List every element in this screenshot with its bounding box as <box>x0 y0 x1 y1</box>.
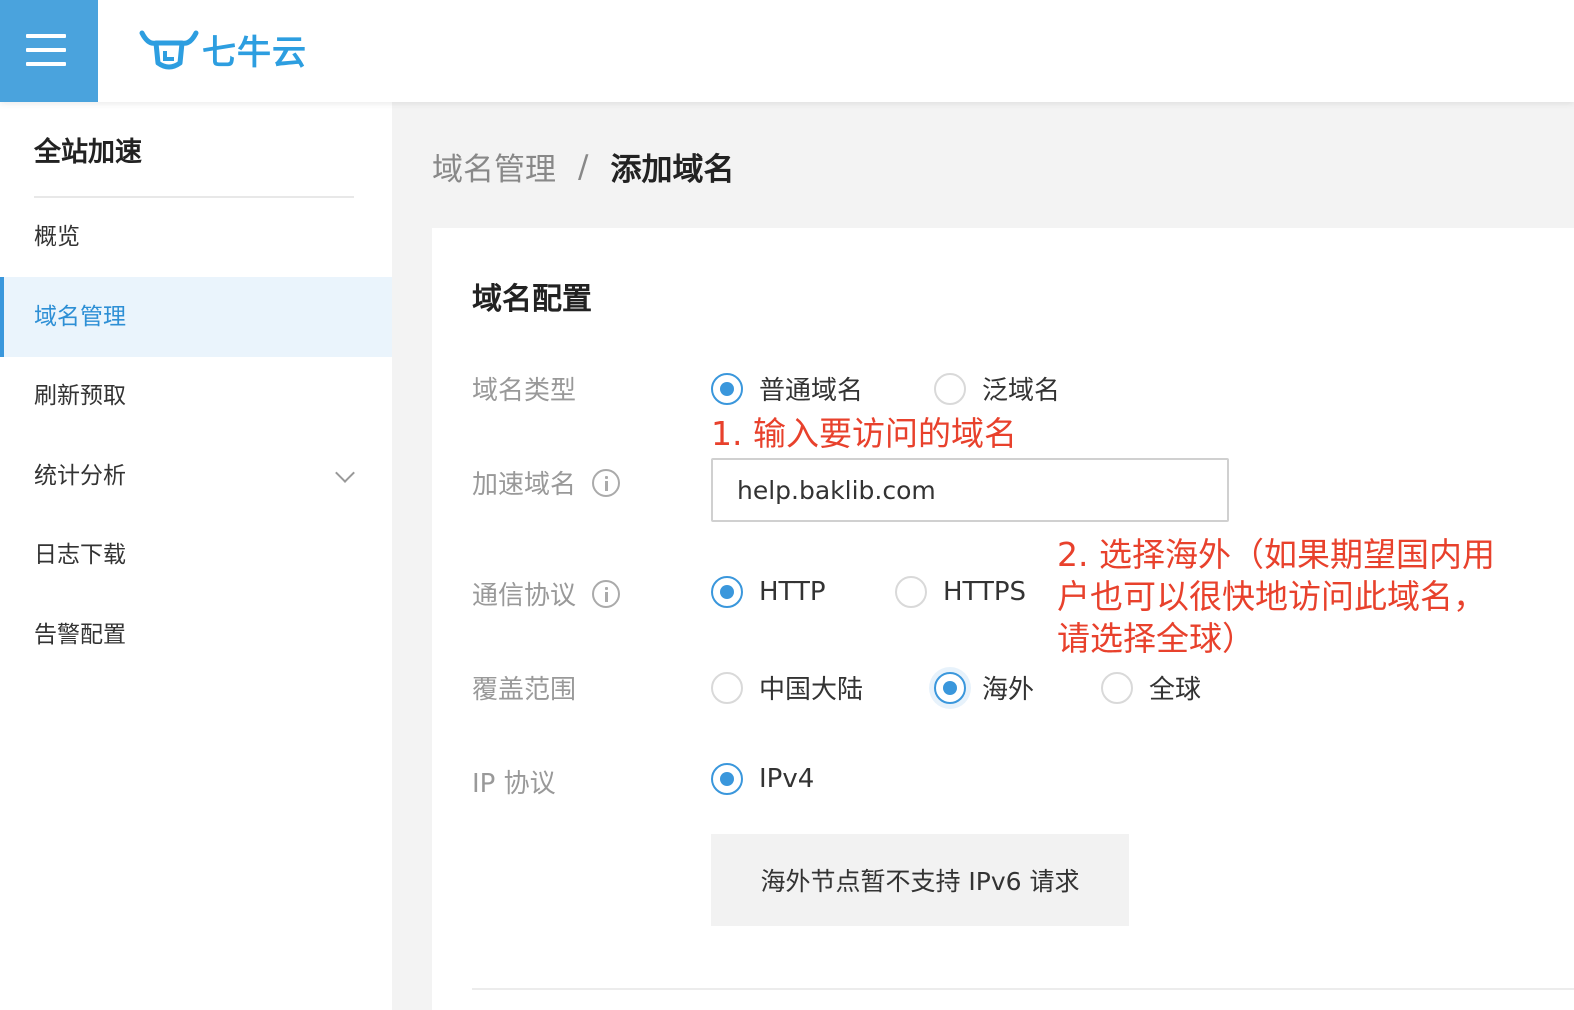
radio-wildcard-domain[interactable]: 泛域名 <box>934 370 1060 407</box>
info-icon[interactable] <box>592 468 621 497</box>
sidebar-item-refresh-prefetch[interactable]: 刷新预取 <box>0 356 392 436</box>
radio-label: 全球 <box>1149 675 1202 705</box>
radio-ipv4[interactable]: IPv4 <box>711 763 814 795</box>
sidebar-item-statistics[interactable]: 统计分析 <box>0 436 392 516</box>
radio-checked-icon <box>711 372 743 405</box>
sidebar-item-log-download[interactable]: 日志下载 <box>0 515 392 595</box>
radio-label: IPv4 <box>759 764 815 794</box>
protocol-label-text: 通信协议 <box>472 581 577 611</box>
radio-label: 中国大陆 <box>759 675 864 705</box>
menu-line-icon <box>26 34 66 38</box>
domain-name-label-text: 加速域名 <box>472 470 577 500</box>
radio-checked-icon <box>934 671 966 704</box>
sidebar-title: 全站加速 <box>34 137 142 168</box>
coverage-label: 覆盖范围 <box>472 669 576 706</box>
radio-unchecked-icon <box>895 576 927 608</box>
annotation-step1: 1. 输入要访问的域名 <box>711 414 1017 453</box>
breadcrumb: 域名管理 / 添加域名 <box>432 144 734 189</box>
info-icon[interactable] <box>592 579 621 608</box>
domain-name-label: 加速域名 <box>472 464 621 501</box>
domain-type-label: 域名类型 <box>472 370 576 407</box>
radio-unchecked-icon <box>1101 671 1133 704</box>
domain-type-label-text: 域名类型 <box>472 376 577 406</box>
divider <box>472 988 1574 990</box>
sidebar-item-label: 日志下载 <box>34 542 126 568</box>
radio-https[interactable]: HTTPS <box>895 576 1026 608</box>
radio-overseas[interactable]: 海外 <box>934 669 1034 706</box>
ipv6-notice: 海外节点暂不支持 IPv6 请求 <box>711 834 1129 926</box>
radio-unchecked-icon <box>711 671 743 704</box>
brand-name: 七牛云 <box>202 32 307 73</box>
chevron-down-icon <box>335 463 355 483</box>
annotation-step2-line: 请选择全球） <box>1057 619 1255 658</box>
radio-label: 泛域名 <box>982 376 1061 406</box>
annotation-step2-line: 户也可以很快地访问此域名， <box>1057 577 1486 616</box>
radio-normal-domain[interactable]: 普通域名 <box>711 370 863 407</box>
top-bar: 七牛云 <box>0 0 1574 102</box>
domain-config-card: 域名配置 域名类型 普通域名 泛域名 1. 输入要访问的域名 加速域名 通信协议… <box>432 228 1574 1010</box>
menu-line-icon <box>26 48 66 52</box>
coverage-label-text: 覆盖范围 <box>472 675 577 705</box>
annotation-step2-line: 2. 选择海外（如果期望国内用 <box>1057 535 1495 574</box>
sidebar-item-label: 域名管理 <box>34 304 126 330</box>
brand-logo[interactable]: 七牛云 <box>138 24 307 74</box>
menu-line-icon <box>26 62 66 66</box>
sidebar-item-domain-management[interactable]: 域名管理 <box>0 277 392 357</box>
radio-global[interactable]: 全球 <box>1101 669 1201 706</box>
radio-checked-icon <box>711 576 743 608</box>
bull-logo-icon <box>139 30 199 70</box>
radio-label: HTTP <box>759 577 826 607</box>
hamburger-menu-button[interactable] <box>0 0 98 102</box>
sidebar-item-label: 刷新预取 <box>34 383 126 409</box>
radio-mainland-china[interactable]: 中国大陆 <box>711 669 863 706</box>
radio-label: 普通域名 <box>759 376 864 406</box>
annotation-step2: 2. 选择海外（如果期望国内用 户也可以很快地访问此域名， 请选择全球） <box>1057 534 1495 660</box>
radio-checked-icon <box>711 763 743 795</box>
ip-protocol-label-text: IP 协议 <box>472 769 556 799</box>
sidebar-item-overview[interactable]: 概览 <box>0 197 392 277</box>
breadcrumb-separator: / <box>578 148 589 185</box>
domain-name-input[interactable] <box>711 458 1229 522</box>
section-title: 域名配置 <box>472 282 592 317</box>
ip-protocol-label: IP 协议 <box>472 763 556 800</box>
radio-label: HTTPS <box>943 577 1027 607</box>
breadcrumb-parent-link[interactable]: 域名管理 <box>432 144 556 189</box>
radio-unchecked-icon <box>934 372 966 405</box>
sidebar-item-alert-config[interactable]: 告警配置 <box>0 595 392 675</box>
radio-http[interactable]: HTTP <box>711 576 826 608</box>
sidebar-item-label: 统计分析 <box>34 463 126 489</box>
radio-label: 海外 <box>982 675 1035 705</box>
sidebar-item-label: 告警配置 <box>34 622 126 648</box>
protocol-label: 通信协议 <box>472 575 621 612</box>
sidebar-item-label: 概览 <box>34 224 80 250</box>
breadcrumb-current: 添加域名 <box>610 152 735 188</box>
